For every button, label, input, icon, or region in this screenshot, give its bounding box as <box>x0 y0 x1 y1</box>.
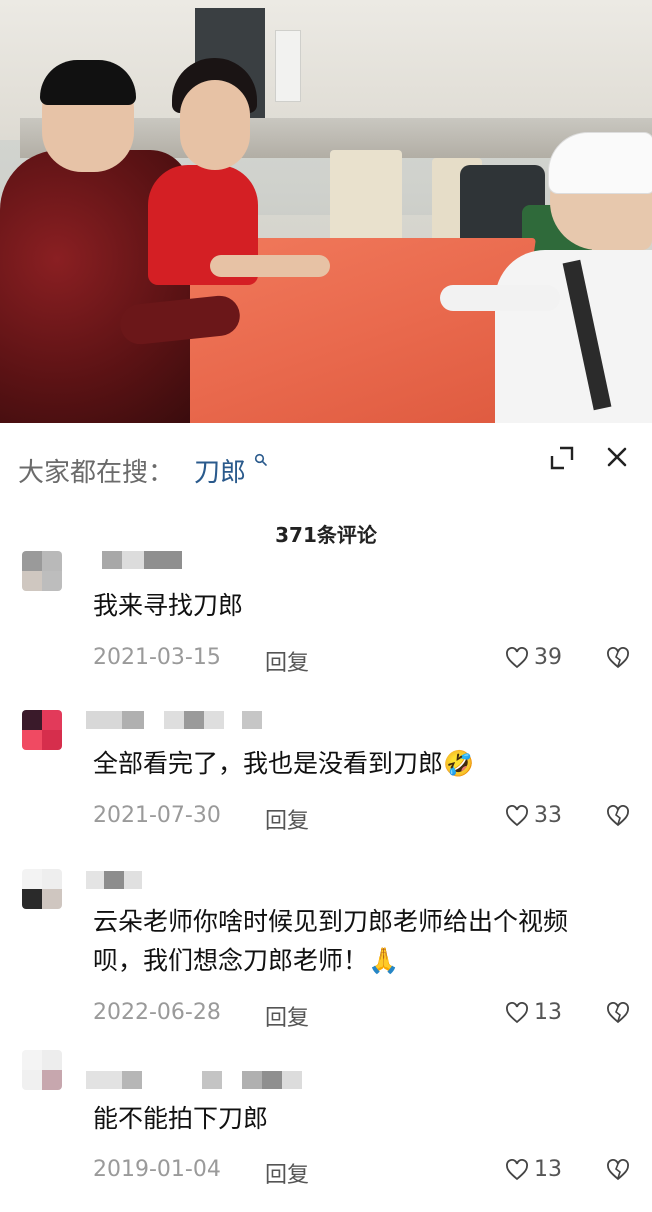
video-chair <box>330 150 402 245</box>
comment-date: 2019-01-04 <box>93 1157 221 1182</box>
video-child-cap <box>548 132 652 194</box>
like-count: 33 <box>534 803 562 828</box>
video-woman-arm <box>210 255 330 277</box>
avatar[interactable] <box>22 869 62 909</box>
comment-text: 全部看完了，我也是没看到刀郎🤣 <box>93 749 475 778</box>
like-count: 39 <box>534 645 562 670</box>
like-count: 13 <box>534 1157 562 1182</box>
avatar[interactable] <box>22 1050 62 1090</box>
heart-icon[interactable] <box>505 1002 529 1024</box>
comments-count: 371条评论 <box>275 523 377 547</box>
comment-text: 能不能拍下刀郎 <box>93 1104 269 1133</box>
comment-text: 我来寻找刀郎 <box>93 591 244 620</box>
reply-button[interactable]: 回复 <box>265 1000 309 1032</box>
comment-date: 2021-07-30 <box>93 803 221 828</box>
reply-button[interactable]: 回复 <box>265 1157 309 1189</box>
close-icon[interactable] <box>603 443 631 471</box>
avatar[interactable] <box>22 551 62 591</box>
dislike-heart-icon[interactable] <box>606 647 630 669</box>
search-suggestion-keyword[interactable]: 刀郎 <box>194 452 246 489</box>
video-woman-head <box>180 80 250 170</box>
dislike-heart-icon[interactable] <box>606 805 630 827</box>
search-suggestion-prefix: 大家都在搜： <box>18 458 175 488</box>
search-icon <box>254 453 267 466</box>
dislike-heart-icon[interactable] <box>606 1159 630 1181</box>
video-air-conditioner <box>275 30 301 102</box>
heart-icon[interactable] <box>505 805 529 827</box>
like-count: 13 <box>534 1000 562 1025</box>
comment-date: 2022-06-28 <box>93 1000 221 1025</box>
video-child-arm <box>440 285 560 311</box>
reply-button[interactable]: 回复 <box>265 645 309 677</box>
expand-icon[interactable] <box>548 444 576 472</box>
comment-date: 2021-03-15 <box>93 645 221 670</box>
comment-text: 云朵老师你啥时候见到刀郎老师给出个视频呗，我们想念刀郎老师！🙏 <box>93 907 569 975</box>
video-player[interactable] <box>0 0 652 423</box>
avatar[interactable] <box>22 710 62 750</box>
heart-icon[interactable] <box>505 1159 529 1181</box>
dislike-heart-icon[interactable] <box>606 1002 630 1024</box>
heart-icon[interactable] <box>505 647 529 669</box>
reply-button[interactable]: 回复 <box>265 803 309 835</box>
